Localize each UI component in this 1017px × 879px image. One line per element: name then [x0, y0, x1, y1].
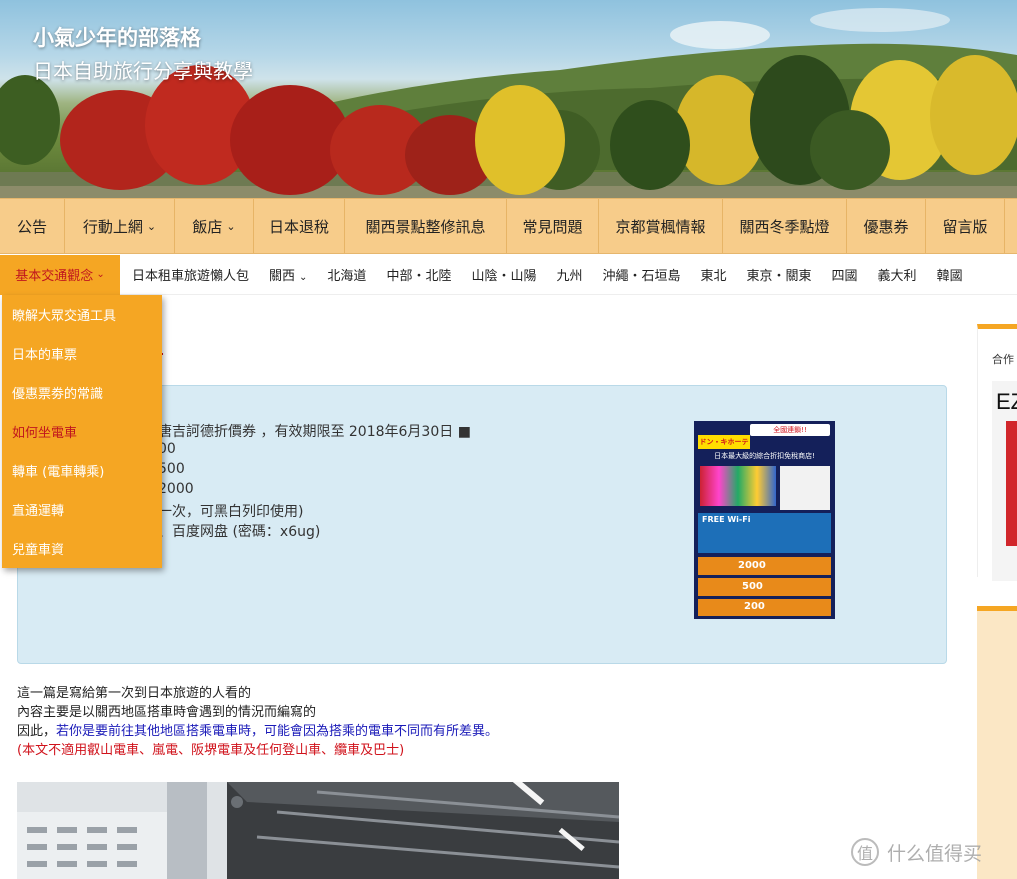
station-platform-photo — [17, 782, 619, 879]
intro-line: 這一篇是寫給第一次到日本旅遊的人看的 — [17, 686, 252, 701]
sidebar-widget-title: 合作 — [992, 353, 1014, 366]
nav-item-kansai-winter-lights[interactable]: 關西冬季點燈 — [723, 199, 847, 253]
coupon-amount: 2000 — [738, 560, 766, 571]
nav-item-label: 京都賞楓情報 — [615, 217, 706, 236]
nav-item-label: 日本退稅 — [268, 217, 329, 236]
coupon-wifi-label: FREE Wi-Fi — [702, 515, 751, 524]
watermark-text: 什么值得买 — [887, 842, 983, 865]
dropdown-item-through-service[interactable]: 直通運轉 — [2, 490, 162, 529]
nav-item-label: 留言版 — [942, 217, 988, 236]
intro-line: 因此，若你是要前往其他地區搭乘電車時，可能會因為搭乘的電車不同而有所差異。 — [17, 722, 498, 741]
coupon-info-line: 2000 — [158, 481, 194, 497]
nav2-item-label: 關西 — [269, 269, 296, 284]
dropdown-item-discount-passes[interactable]: 優惠票劵的常識 — [2, 373, 162, 412]
nav2-item-okinawa[interactable]: 沖繩・石垣島 — [602, 265, 680, 284]
watermark: 值 什么值得买 — [851, 838, 982, 866]
donki-coupon-image[interactable]: 全國連鎖!! ドン・キホーテ 日本最大級的綜合折扣免稅商店! FREE Wi-F… — [694, 421, 835, 619]
nav-item-label: 行動上網 — [82, 217, 143, 236]
nav2-item-kyushu[interactable]: 九州 — [556, 265, 582, 284]
nav2-active-label: 基本交通觀念 — [15, 269, 94, 284]
coupon-info-line: 唐吉訶德折價券 ，有效期限至 2018年6月30日 ■ — [158, 424, 471, 440]
nav-item-announcements[interactable]: 公告 — [0, 199, 65, 253]
nav-item-coupons[interactable]: 優惠券 — [847, 199, 926, 253]
dropdown-item-tickets[interactable]: 日本的車票 — [2, 334, 162, 373]
intro-highlight-blue: 若你是要前往其他地區搭乘電車時，可能會因為搭乘的電車不同而有所差異。 — [56, 724, 499, 739]
nav2-item-shikoku[interactable]: 四國 — [832, 265, 858, 284]
nav-item-faq[interactable]: 常見問題 — [507, 199, 599, 253]
coupon-amount: 200 — [744, 601, 765, 612]
nav-item-mobile-internet[interactable]: 行動上網 ⌄ — [65, 199, 175, 253]
nav2-item-kansai[interactable]: 關西 ⌄ — [269, 265, 307, 284]
site-subtitle: 日本自助旅行分享與教學 — [33, 59, 253, 83]
partner-ad-graphic — [1006, 421, 1017, 546]
nav-item-label: 關西景點整修訊息 — [365, 217, 486, 236]
partner-ad-text: EZ — [996, 389, 1017, 414]
sidebar-widget-partners: 合作 EZ — [977, 324, 1017, 581]
intro-line: 內容主要是以關西地區搭車時會遇到的情況而編寫的 — [17, 705, 317, 720]
nav2-item-chubu-hokuriku[interactable]: 中部・北陸 — [386, 265, 451, 284]
coupon-wifi-section: FREE Wi-Fi — [698, 513, 831, 553]
nav-item-label: 公告 — [16, 217, 47, 236]
coupon-download-line[interactable]: 、百度网盘 (密碼：x6ug) — [158, 521, 320, 541]
nav-item-label: 關西冬季點燈 — [739, 217, 830, 236]
secondary-nav: 基本交通觀念 ⌄ 日本租車旅遊懶人包 關西 ⌄ 北海道 中部・北陸 山陰・山陽 九… — [0, 254, 1017, 295]
nav-item-kansai-renovation[interactable]: 關西景點整修訊息 — [345, 199, 507, 253]
dropdown-item-public-transport[interactable]: 瞭解大眾交通工具 — [2, 295, 162, 334]
dropdown-item-transfer[interactable]: 轉車 (電車轉乘) — [2, 451, 162, 490]
nav2-item-basic-transport[interactable]: 基本交通觀念 ⌄ — [0, 254, 120, 295]
site-title[interactable]: 小氣少年的部落格 — [33, 22, 201, 52]
nav-item-label: 優惠券 — [863, 217, 909, 236]
nav2-item-italy[interactable]: 義大利 — [878, 265, 917, 284]
nav-item-label: 飯店 — [192, 217, 223, 236]
chevron-down-icon: ⌄ — [226, 219, 236, 233]
coupon-headline: 日本最大級的綜合折扣免稅商店! — [714, 452, 815, 460]
dropdown-item-child-fares[interactable]: 兒童車資 — [2, 529, 162, 568]
chevron-down-icon: ⌄ — [96, 269, 105, 280]
header-banner: 小氣少年的部落格 日本自助旅行分享與教學 — [0, 0, 1017, 198]
coupon-amount: 500 — [742, 581, 763, 592]
nav-item-tax-refund[interactable]: 日本退稅 — [254, 199, 345, 253]
nav2-item-korea[interactable]: 韓國 — [937, 265, 963, 284]
coupon-info-line: 一次，可黑白列印使用) — [158, 504, 304, 520]
nav2-item-tokyo-kanto[interactable]: 東京・關東 — [747, 265, 812, 284]
intro-note-red: (本文不適用叡山電車、嵐電、阪堺電車及任何登山車、纜車及巴士) — [17, 743, 405, 758]
nav-item-kyoto-autumn[interactable]: 京都賞楓情報 — [599, 199, 723, 253]
coupon-info-panel — [780, 466, 830, 510]
nav2-item-sanin-sanyo[interactable]: 山陰・山陽 — [471, 265, 536, 284]
nav-item-hotels[interactable]: 飯店 ⌄ — [175, 199, 254, 253]
intro-text: 因此， — [17, 724, 57, 739]
coupon-row: 200 — [698, 599, 831, 616]
coupon-product-collage — [700, 466, 776, 506]
coupon-row: 2000 — [698, 557, 831, 575]
coupon-row: 500 — [698, 578, 831, 596]
coupon-info-line: 500 — [158, 461, 185, 477]
chevron-down-icon: ⌄ — [299, 272, 308, 283]
partner-ad-card[interactable]: EZ — [992, 381, 1017, 581]
nav-item-guestbook[interactable]: 留言版 — [926, 199, 1005, 253]
nav2-item-tohoku[interactable]: 東北 — [701, 265, 727, 284]
nav2-item-car-rental[interactable]: 日本租車旅遊懶人包 — [132, 265, 249, 284]
chevron-down-icon: ⌄ — [146, 219, 157, 233]
nav-item-label: 常見問題 — [522, 217, 583, 236]
watermark-logo-icon: 值 — [851, 838, 879, 866]
primary-nav: 公告 行動上網 ⌄ 飯店 ⌄ 日本退稅 關西景點整修訊息 常見問題 京都賞楓情報… — [0, 198, 1017, 254]
station-platform-image — [17, 782, 619, 879]
dropdown-item-how-to-ride[interactable]: 如何坐電車 — [2, 412, 162, 451]
coupon-badge: 全國連鎖!! — [750, 424, 830, 436]
article-intro: 這一篇是寫給第一次到日本旅遊的人看的 內容主要是以關西地區搭車時會遇到的情況而編… — [17, 684, 498, 760]
nav2-item-hokkaido[interactable]: 北海道 — [327, 265, 366, 284]
sidebar-widget-secondary — [977, 606, 1017, 879]
coupon-brand: ドン・キホーテ — [698, 435, 750, 449]
transport-dropdown-menu: 瞭解大眾交通工具 日本的車票 優惠票劵的常識 如何坐電車 轉車 (電車轉乘) 直… — [2, 295, 162, 568]
